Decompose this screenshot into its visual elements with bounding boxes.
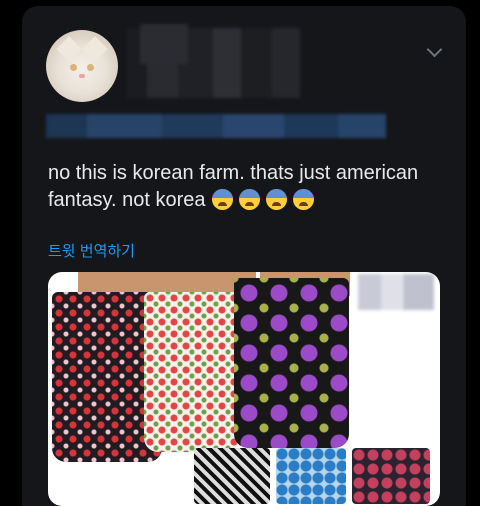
pattern-thumbnail xyxy=(352,448,430,504)
pattern-thumbnail xyxy=(194,448,270,504)
anxious-face-emoji-icon xyxy=(292,189,314,210)
pattern-thumbnail xyxy=(276,448,346,504)
translate-tweet-link[interactable]: 트윗 번역하기 xyxy=(48,240,135,261)
redacted-display-name-block xyxy=(140,24,188,64)
avatar-ear xyxy=(56,36,82,62)
floral-pants-white xyxy=(144,292,239,452)
anxious-face-emoji-icon xyxy=(238,189,260,210)
tweet-body: no this is korean farm. thats just ameri… xyxy=(48,162,419,211)
anxious-face-emoji-icon xyxy=(265,189,287,210)
chevron-down-icon[interactable] xyxy=(426,41,443,58)
tweet-media-image[interactable] xyxy=(48,272,440,506)
tweet-text: no this is korean farm. thats just ameri… xyxy=(48,160,458,214)
floral-pants-purple xyxy=(234,278,349,448)
avatar-eye xyxy=(70,64,77,71)
avatar-eye xyxy=(87,64,94,71)
anxious-face-emoji-icon xyxy=(211,189,233,210)
redacted-handle xyxy=(46,114,386,138)
avatar-ear xyxy=(82,36,108,62)
avatar-nose xyxy=(79,74,85,78)
tweet-card[interactable]: no this is korean farm. thats just ameri… xyxy=(22,6,466,506)
redacted-watermark xyxy=(358,274,434,310)
avatar[interactable] xyxy=(46,30,118,102)
